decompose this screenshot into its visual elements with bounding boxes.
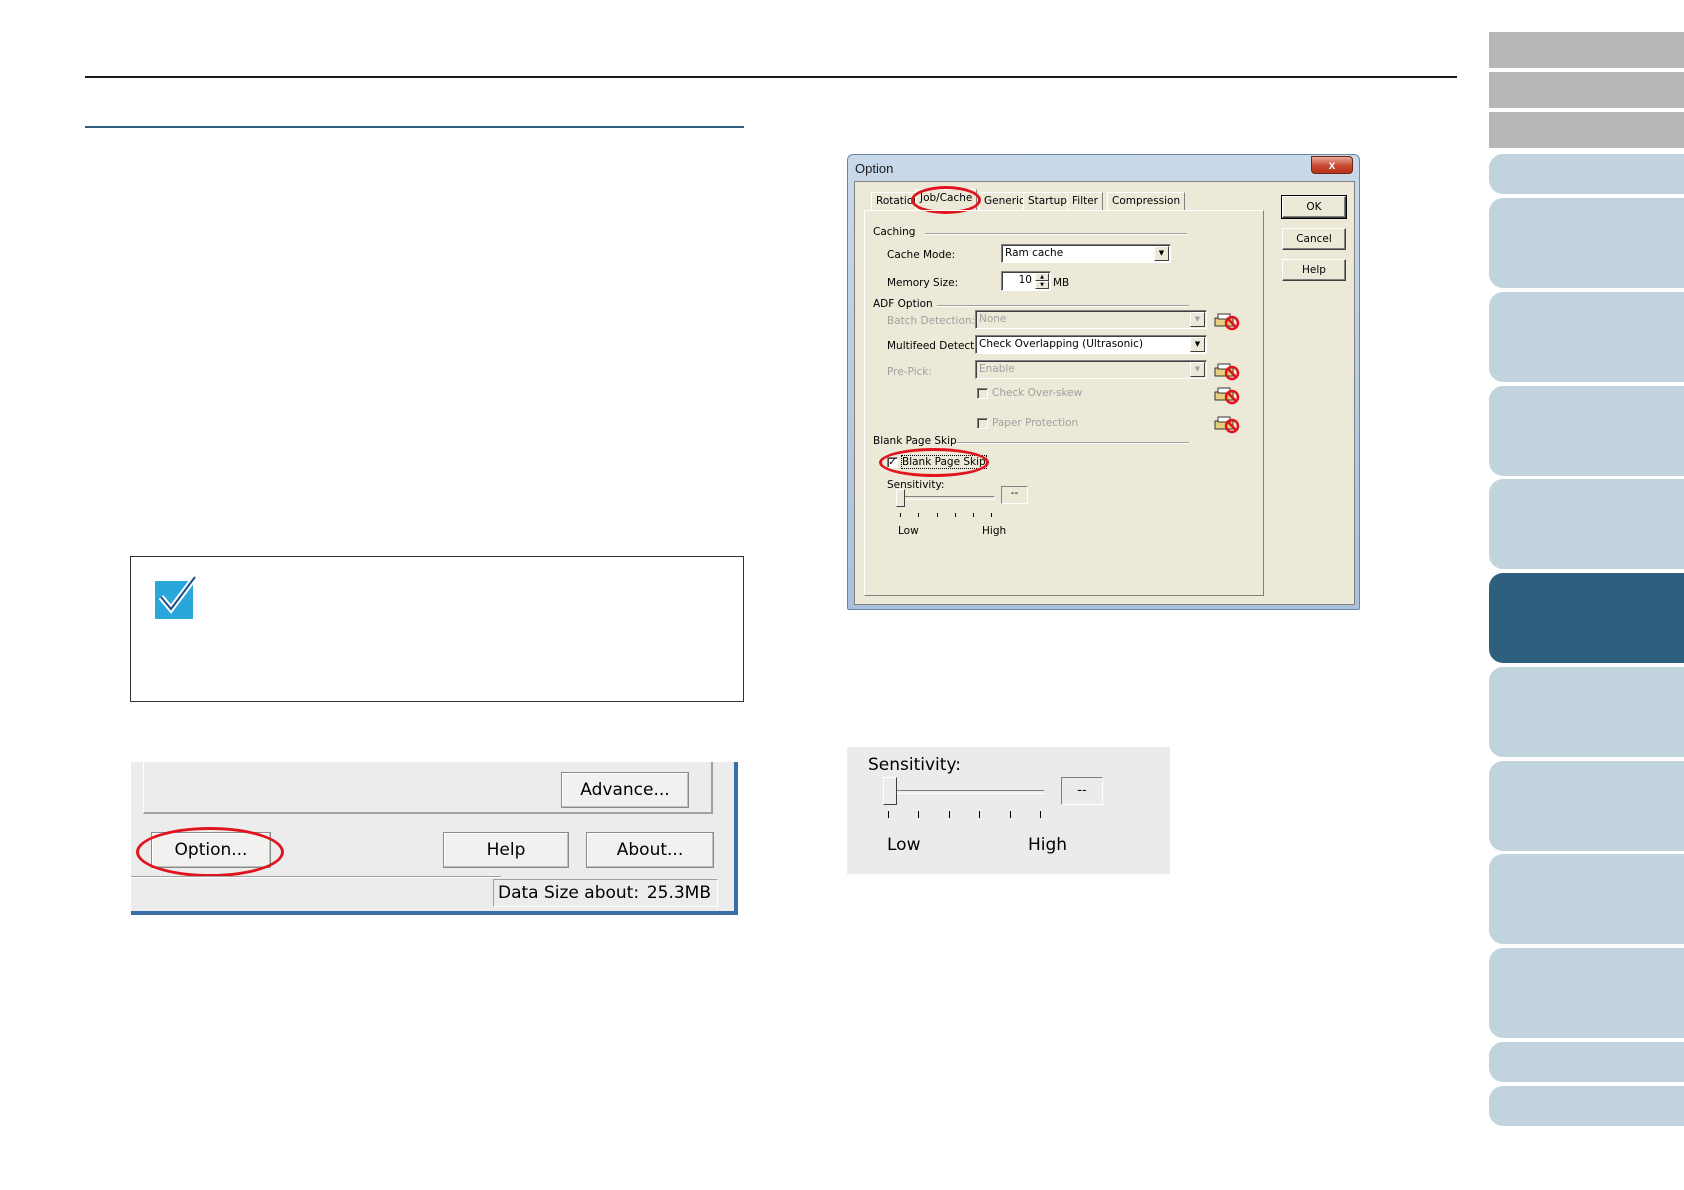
slider-tick xyxy=(949,811,950,818)
dialog-title: Option xyxy=(855,161,894,176)
sensitivity-zoom-label: Sensitivity: xyxy=(868,755,961,775)
data-size-value: 25.3MB xyxy=(646,883,711,903)
scanner-unsupported-icon xyxy=(1214,363,1240,381)
side-tab-3[interactable] xyxy=(1489,292,1684,382)
slider-tick xyxy=(991,513,992,517)
section-rule xyxy=(85,126,744,128)
slider-tick xyxy=(918,811,919,818)
multifeed-combo[interactable]: Check Overlapping (Ultrasonic) ▼ xyxy=(975,335,1207,354)
side-tab-8[interactable] xyxy=(1489,761,1684,851)
slider-tick xyxy=(888,811,889,818)
slider-tick xyxy=(979,811,980,818)
side-tab-5[interactable] xyxy=(1489,479,1684,569)
help-button-zoom[interactable]: Help xyxy=(443,832,569,868)
highlight-option-button xyxy=(136,827,284,877)
scanner-unsupported-icon xyxy=(1214,313,1240,331)
sensitivity-zoom-track[interactable] xyxy=(889,790,1044,794)
data-size-label: Data Size about: xyxy=(498,883,640,903)
highlight-blank-page-skip xyxy=(879,448,989,477)
side-tab-2[interactable] xyxy=(1489,198,1684,288)
dropdown-arrow-icon[interactable]: ▼ xyxy=(1154,246,1169,261)
bottom-buttons-zoom: Advance... Option... Help About... Data … xyxy=(131,762,738,915)
close-button[interactable]: x xyxy=(1311,156,1353,174)
sensitivity-value-box: -- xyxy=(1001,486,1028,504)
status-divider xyxy=(131,876,501,878)
sensitivity-slider-track[interactable] xyxy=(899,496,995,500)
batch-detection-combo[interactable]: None ▼ xyxy=(975,310,1207,329)
cache-mode-label: Cache Mode: xyxy=(887,249,956,261)
tab-filter[interactable]: Filter xyxy=(1067,192,1104,210)
prepick-label: Pre-Pick: xyxy=(887,366,932,378)
sensitivity-slider-thumb[interactable] xyxy=(896,489,905,507)
sensitivity-high-label: High xyxy=(982,525,1007,537)
prepick-combo[interactable]: Enable ▼ xyxy=(975,360,1207,379)
prepick-value: Enable xyxy=(979,363,1015,375)
cancel-button[interactable]: Cancel xyxy=(1282,228,1346,250)
slider-tick xyxy=(1040,811,1041,818)
option-dialog: Option x Rotation Job/Cache Generic Star… xyxy=(847,154,1360,610)
side-tab-glossary[interactable] xyxy=(1489,1086,1684,1126)
memory-size-spinner[interactable]: 10 ▲ ▼ xyxy=(1001,271,1051,291)
side-tab-appendix[interactable] xyxy=(1489,1042,1684,1082)
side-tab-toc[interactable] xyxy=(1489,32,1684,68)
data-size-panel: Data Size about: 25.3MB xyxy=(493,879,718,907)
paper-protection-checkbox[interactable] xyxy=(977,418,988,429)
sensitivity-zoom-low: Low xyxy=(887,835,921,855)
dropdown-arrow-icon[interactable]: ▼ xyxy=(1190,337,1205,352)
side-tab-1[interactable] xyxy=(1489,154,1684,194)
side-tab-4[interactable] xyxy=(1489,386,1684,476)
hint-box xyxy=(130,556,744,702)
side-tab-introduction[interactable] xyxy=(1489,112,1684,148)
dropdown-arrow-icon[interactable]: ▼ xyxy=(1190,362,1205,377)
slider-tick xyxy=(973,513,974,517)
caching-group-label: Caching xyxy=(873,226,916,238)
sensitivity-low-label: Low xyxy=(898,525,919,537)
scanner-unsupported-icon xyxy=(1214,387,1240,405)
check-overskew-checkbox[interactable] xyxy=(977,388,988,399)
help-button[interactable]: Help xyxy=(1282,259,1346,281)
check-overskew-label: Check Over-skew xyxy=(992,387,1083,399)
adf-group-label: ADF Option xyxy=(873,298,933,310)
check-mark-icon xyxy=(155,575,198,619)
slider-tick xyxy=(955,513,956,517)
advance-button[interactable]: Advance... xyxy=(561,772,689,808)
blank-page-group-label: Blank Page Skip xyxy=(873,435,957,447)
memory-size-value: 10 xyxy=(1018,274,1032,286)
side-tab-7[interactable] xyxy=(1489,667,1684,757)
multifeed-value: Check Overlapping (Ultrasonic) xyxy=(979,338,1144,350)
tab-startup[interactable]: Startup xyxy=(1023,192,1072,210)
slider-tick xyxy=(900,513,901,517)
side-tab-10[interactable] xyxy=(1489,948,1684,1038)
side-tab-6-active[interactable] xyxy=(1489,573,1684,663)
blank-page-group-line xyxy=(957,442,1189,444)
dialog-body: Rotation Job/Cache Generic Startup Filte… xyxy=(854,181,1355,605)
sensitivity-zoom-high: High xyxy=(1028,835,1068,855)
side-tab-9[interactable] xyxy=(1489,854,1684,944)
sensitivity-zoom: Sensitivity: -- Low High xyxy=(847,747,1170,874)
cache-mode-value: Ram cache xyxy=(1005,247,1064,259)
ok-button[interactable]: OK xyxy=(1281,195,1347,219)
batch-detection-label: Batch Detection: xyxy=(887,315,976,327)
slider-tick xyxy=(1010,811,1011,818)
slider-tick xyxy=(937,513,938,517)
adf-group-line xyxy=(937,305,1189,307)
spin-up-icon[interactable]: ▲ xyxy=(1035,273,1049,281)
dropdown-arrow-icon[interactable]: ▼ xyxy=(1190,312,1205,327)
memory-unit: MB xyxy=(1053,277,1070,289)
cache-mode-combo[interactable]: Ram cache ▼ xyxy=(1001,244,1171,263)
batch-detection-value: None xyxy=(979,313,1007,325)
caching-group-line xyxy=(925,233,1187,235)
paper-protection-label: Paper Protection xyxy=(992,417,1079,429)
header-rule xyxy=(85,76,1457,78)
slider-tick xyxy=(918,513,919,517)
tab-compression[interactable]: Compression xyxy=(1107,192,1186,210)
sensitivity-zoom-thumb[interactable] xyxy=(883,777,897,805)
scanner-unsupported-icon xyxy=(1214,416,1240,434)
side-tab-index[interactable] xyxy=(1489,72,1684,108)
memory-size-label: Memory Size: xyxy=(887,277,959,289)
sensitivity-zoom-value: -- xyxy=(1061,777,1103,805)
spin-down-icon[interactable]: ▼ xyxy=(1035,281,1049,289)
about-button[interactable]: About... xyxy=(586,832,714,868)
job-cache-panel: Caching Cache Mode: Ram cache ▼ Memory S… xyxy=(864,210,1264,596)
